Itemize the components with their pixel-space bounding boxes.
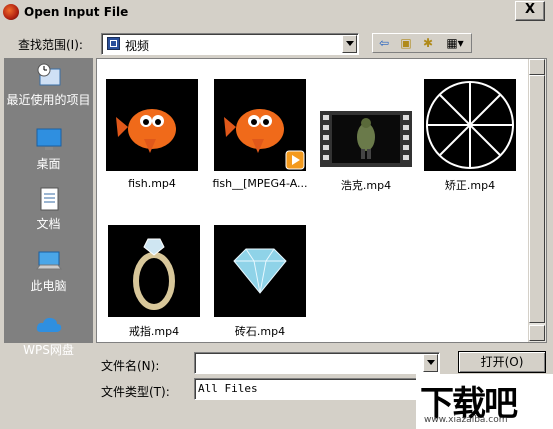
- window-title: Open Input File: [24, 5, 129, 19]
- lookin-value: 视频: [125, 39, 150, 53]
- close-button[interactable]: X: [515, 1, 545, 21]
- watermark-url: www.xiazaiba.com: [424, 415, 508, 425]
- place-desktop-label: 桌面: [36, 157, 61, 171]
- place-recent[interactable]: 最近使用的项目: [4, 62, 93, 108]
- place-documents[interactable]: 文档: [4, 186, 93, 232]
- filetype-value: All Files: [198, 382, 258, 395]
- place-recent-label: 最近使用的项目: [6, 93, 91, 107]
- file-name: 矫正.mp4: [444, 179, 496, 192]
- file-name: 戒指.mp4: [128, 325, 180, 338]
- file-name: 砖石.mp4: [234, 325, 286, 338]
- place-wps-label: WPS网盘: [23, 343, 74, 357]
- diamond-thumbnail: [214, 225, 306, 317]
- lookin-dropdown[interactable]: 视频: [101, 33, 359, 55]
- filetype-label: 文件类型(T):: [101, 385, 170, 399]
- file-item[interactable]: fish.mp4: [97, 79, 207, 190]
- film-thumbnail: [320, 79, 412, 171]
- vertical-scrollbar[interactable]: [528, 59, 546, 342]
- scroll-up-button[interactable]: [529, 59, 545, 75]
- navigation-toolbar: ⇦ ▣ ✱ ▦▾: [372, 33, 472, 53]
- app-logo-icon: [3, 4, 19, 20]
- view-menu-icon[interactable]: ▦▾: [440, 35, 470, 51]
- cloud-icon: [35, 312, 63, 338]
- lookin-label: 查找范围(I):: [18, 38, 83, 52]
- back-icon[interactable]: ⇦: [374, 35, 394, 51]
- video-folder-icon: [107, 37, 120, 50]
- title-bar: Open Input File X: [0, 0, 553, 24]
- place-wps-cloud[interactable]: WPS网盘: [4, 312, 93, 358]
- file-item[interactable]: 浩克.mp4: [311, 79, 421, 193]
- file-item[interactable]: 戒指.mp4: [99, 225, 209, 339]
- computer-icon: [35, 248, 63, 274]
- file-name: 浩克.mp4: [340, 179, 392, 192]
- fish-thumbnail: [214, 79, 306, 171]
- scroll-down-button[interactable]: [529, 325, 545, 341]
- file-item[interactable]: 砖石.mp4: [205, 225, 315, 339]
- place-desktop[interactable]: 桌面: [4, 126, 93, 172]
- filename-input[interactable]: [194, 352, 440, 374]
- wheel-thumbnail: [424, 79, 516, 171]
- fish-thumbnail: [106, 79, 198, 171]
- file-name: fish.mp4: [128, 177, 176, 190]
- up-folder-icon[interactable]: ▣: [396, 35, 416, 51]
- ring-thumbnail: [108, 225, 200, 317]
- documents-icon: [35, 186, 63, 212]
- watermark-logo: 下载吧 www.xiazaiba.com: [416, 374, 553, 429]
- new-folder-icon[interactable]: ✱: [418, 35, 438, 51]
- recent-icon: [35, 62, 63, 88]
- place-computer-label: 此电脑: [30, 279, 67, 293]
- places-bar: 最近使用的项目 桌面 文档 此电脑 WPS网盘: [4, 58, 93, 357]
- file-name: fish__[MPEG4-A...: [212, 177, 308, 190]
- place-documents-label: 文档: [36, 217, 61, 231]
- scroll-thumb[interactable]: [529, 75, 545, 323]
- open-button[interactable]: 打开(O): [458, 351, 546, 373]
- desktop-icon: [35, 126, 63, 152]
- file-item[interactable]: 矫正.mp4: [415, 79, 525, 193]
- file-list-pane[interactable]: fish.mp4 fish__[MPEG4-A... 浩克.mp4 矫正.mp4…: [96, 58, 547, 343]
- filename-label: 文件名(N):: [101, 359, 160, 373]
- chevron-down-icon[interactable]: [423, 354, 438, 372]
- place-computer[interactable]: 此电脑: [4, 248, 93, 294]
- chevron-down-icon[interactable]: [342, 35, 357, 53]
- file-item[interactable]: fish__[MPEG4-A...: [205, 79, 315, 190]
- filetype-dropdown[interactable]: All Files: [194, 378, 418, 400]
